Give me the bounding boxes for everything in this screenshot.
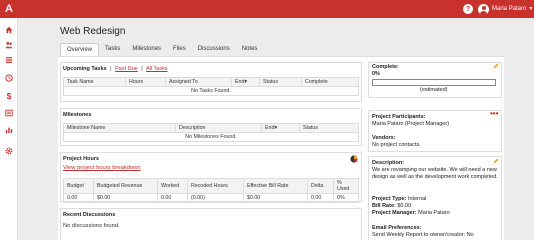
empty-message: No Tasks Found. — [63, 86, 359, 96]
reports-icon[interactable] — [5, 126, 13, 134]
hours-cell: 0.00 — [157, 193, 188, 203]
sidebar: $ — [0, 18, 18, 240]
project-hours-title: Project Hours — [63, 156, 100, 162]
projects-icon[interactable] — [5, 56, 13, 64]
logo-mark: A — [5, 3, 13, 15]
invoice-icon[interactable] — [5, 109, 13, 117]
milestones-table: Milestone Name Description End▾ Status N… — [63, 123, 359, 142]
project-type-label: Project Type: — [372, 196, 407, 202]
vendors-value: No project contacts. — [372, 142, 421, 148]
column-header[interactable]: Milestone Name — [63, 123, 176, 133]
more-options-icon[interactable]: ••• — [490, 110, 498, 118]
edit-icon[interactable] — [493, 63, 499, 69]
top-bar — [0, 0, 534, 18]
pie-chart-icon[interactable] — [350, 155, 358, 163]
dollar-icon[interactable]: $ — [5, 92, 13, 100]
settings-icon[interactable] — [5, 147, 13, 155]
complete-label: Complete: — [372, 64, 399, 70]
chevron-down-icon: ▼ — [528, 6, 534, 12]
column-header[interactable]: Status — [259, 77, 302, 87]
milestones-panel: Milestones Milestone Name Description En… — [60, 108, 362, 146]
tab-milestones[interactable]: Milestones — [126, 43, 167, 56]
tab-discussions[interactable]: Discussions — [192, 43, 236, 56]
email-preferences-label: Email Preferences: — [372, 225, 422, 231]
bill-rate-label: Bill Rate: — [372, 203, 396, 209]
column-header[interactable]: Description — [175, 123, 262, 133]
user-menu[interactable]: Maria Pataro ▼ — [478, 3, 533, 15]
help-icon[interactable]: ? — [463, 4, 473, 14]
edit-icon[interactable] — [493, 158, 499, 164]
tab-notes[interactable]: Notes — [236, 43, 264, 56]
hours-cell: $0.00 — [243, 193, 308, 203]
tab-files[interactable]: Files — [167, 43, 192, 56]
column-header: % Used — [333, 178, 359, 194]
participants-label: Project Participants: — [372, 114, 426, 120]
svg-text:$: $ — [7, 92, 12, 100]
avatar — [478, 3, 489, 15]
upcoming-tasks-title: Upcoming Tasks — [63, 66, 107, 72]
project-type-value: Internal — [407, 196, 427, 202]
project-hours-panel: Project Hours View project hours breakdo… — [60, 152, 362, 203]
empty-message: No Milestones Found. — [63, 132, 359, 142]
tab-tasks[interactable]: Tasks — [99, 43, 126, 56]
bill-rate-value: $0.00 — [397, 203, 412, 209]
participants-value: Maria Pataro (Project Manager) — [372, 121, 450, 127]
estimated-label: (estimated) — [420, 87, 448, 93]
recent-discussions-title: Recent Discussions — [63, 212, 116, 218]
upcoming-tasks-table: Task Name Hours Assigned To End▾ Status … — [63, 77, 359, 96]
hours-cell: (0.00) — [187, 193, 244, 203]
column-header: Delta — [307, 178, 334, 194]
empty-message: No discussions found. — [63, 223, 120, 229]
project-hours-table: Budget Budgeted Revenue Worked Recoded H… — [63, 178, 359, 203]
project-manager-label: Project Manager: — [372, 210, 417, 216]
time-icon[interactable] — [5, 74, 13, 82]
description-label: Description: — [372, 160, 405, 166]
page-title: Web Redesign — [60, 26, 126, 37]
hours-cell: 0% — [333, 193, 359, 203]
column-header: Effective Bill Rate — [243, 178, 308, 194]
column-header[interactable]: End▾ — [261, 123, 300, 133]
milestones-title: Milestones — [63, 112, 92, 118]
recent-discussions-panel: Recent Discussions No discussions found. — [60, 208, 362, 240]
vendors-label: Vendors: — [372, 135, 396, 141]
hours-cell: 0.00 — [63, 193, 94, 203]
column-header[interactable]: Complete — [301, 77, 359, 87]
column-header[interactable]: End▾ — [231, 77, 260, 87]
complete-value: 0% — [372, 71, 380, 77]
column-header: Recoded Hours — [187, 178, 244, 194]
tab-overview[interactable]: Overview — [60, 43, 100, 56]
column-header: Budget — [63, 178, 94, 194]
hours-cell: $0.00 — [93, 193, 158, 203]
upcoming-tasks-panel: Upcoming Tasks | Past Due | All Tasks Ta… — [60, 62, 362, 102]
user-name: Maria Pataro — [492, 6, 527, 12]
app-logo[interactable]: A — [0, 0, 18, 18]
past-due-link[interactable]: Past Due — [115, 66, 138, 72]
tab-bar: Overview Tasks Milestones Files Discussi… — [60, 43, 263, 56]
hours-breakdown-link[interactable]: View project hours breakdown — [63, 165, 141, 171]
hours-cell: 0.00 — [307, 193, 334, 203]
column-header: Budgeted Revenue — [93, 178, 158, 194]
home-icon[interactable] — [5, 26, 13, 34]
project-manager-value: Maria Pataro — [418, 210, 450, 216]
column-header: Worked — [157, 178, 188, 194]
progress-bar — [372, 79, 496, 86]
column-header[interactable]: Hours — [125, 77, 166, 87]
column-header[interactable]: Assigned To — [165, 77, 232, 87]
email-preferences-value: Send Weekly Report to owner/creator: No — [372, 232, 474, 238]
description-value: We are revamping our website. We will ne… — [372, 167, 498, 180]
all-tasks-link[interactable]: All Tasks — [146, 66, 168, 72]
users-icon[interactable] — [5, 41, 13, 49]
column-header[interactable]: Task Name — [63, 77, 126, 87]
column-header[interactable]: Status — [299, 123, 359, 133]
